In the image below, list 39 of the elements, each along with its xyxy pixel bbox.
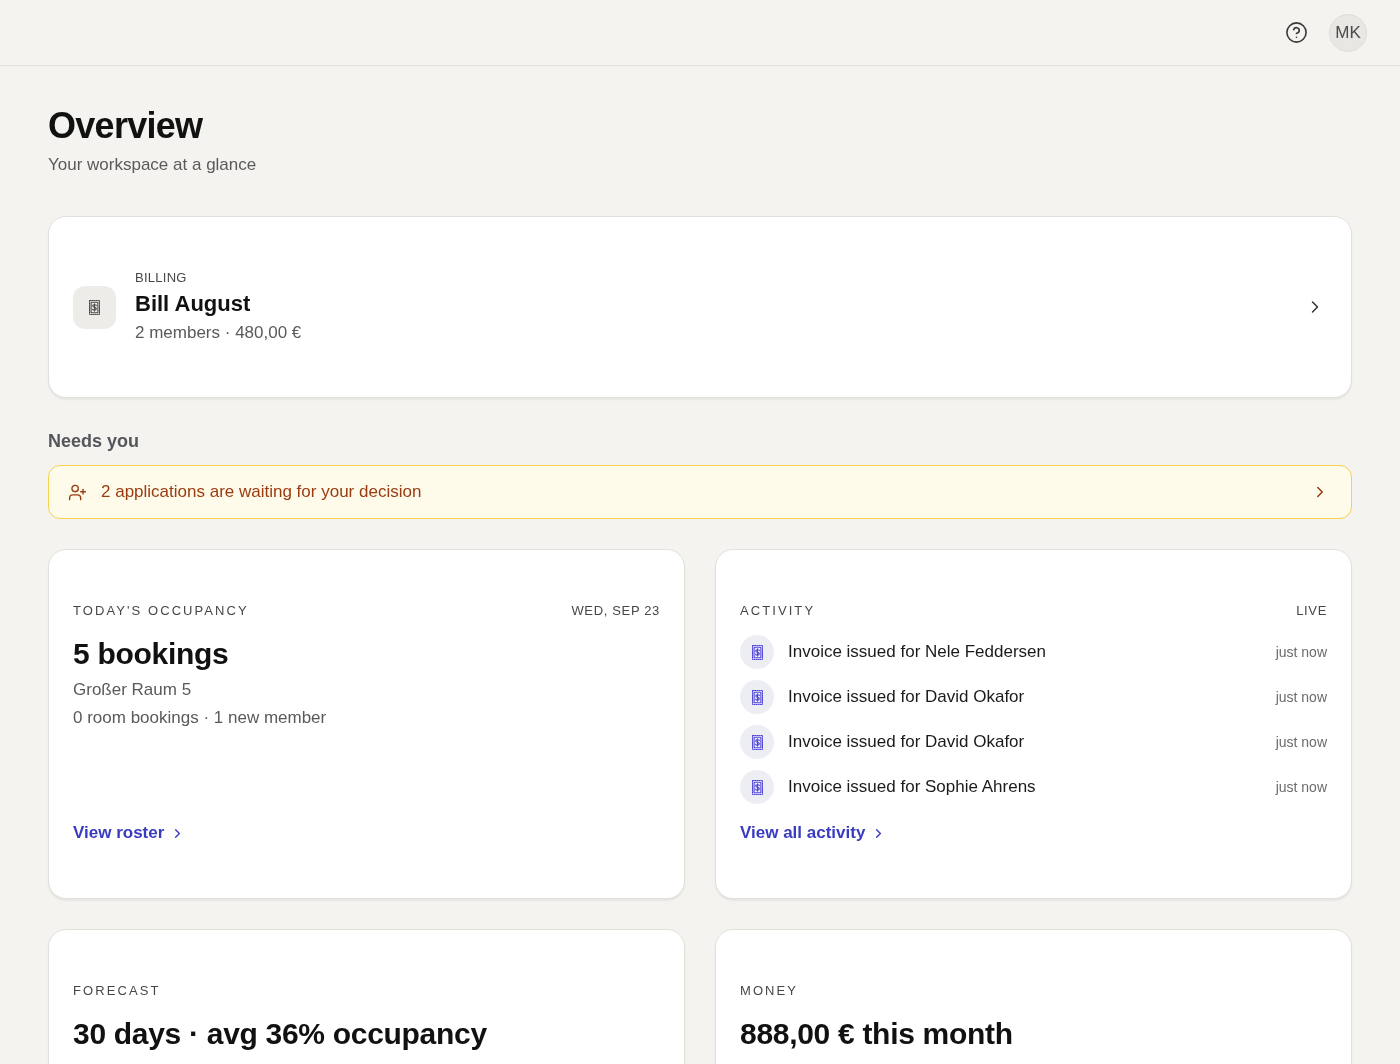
activity-time: just now (1275, 643, 1327, 662)
activity-time: just now (1275, 778, 1327, 797)
card-aside: WED, SEP 23 (571, 603, 660, 619)
page-subtitle: Your workspace at a glance (48, 154, 258, 176)
help-icon (1284, 21, 1308, 44)
applications-alert[interactable]: 2 applications are waiting for your decision (48, 465, 1352, 519)
card-label: MONEY (740, 983, 799, 999)
user-plus-icon (68, 482, 87, 502)
activity-text: Invoice issued for Sophie Ahrens (788, 776, 1036, 798)
activity-text: Invoice issued for David Okafor (788, 686, 1025, 708)
card-label: TODAY'S OCCUPANCY (73, 603, 249, 619)
card-title: 30 days · avg 36% occupancy (73, 1016, 488, 1052)
card-detail: Großer Raum 5 (73, 679, 193, 701)
billing-eyebrow: BILLING (135, 268, 188, 287)
billing-detail: 2 members · 480,00 € (135, 321, 302, 344)
billing-card[interactable]: BILLING Bill August 2 members · 480,00 € (48, 216, 1352, 398)
billing-title: Bill August (135, 289, 252, 318)
card-detail: 0 room bookings · 1 new member (73, 707, 328, 729)
avatar[interactable]: MK (1329, 13, 1367, 52)
receipt-icon (751, 734, 763, 750)
view-link[interactable]: View all activity (740, 821, 887, 845)
alert-text: 2 applications are waiting for your decision (101, 481, 422, 503)
activity-text: Invoice issued for Nele Feddersen (788, 641, 1046, 663)
activity-text: Invoice issued for David Okafor (788, 731, 1025, 753)
receipt-icon (751, 644, 763, 660)
card-aside: LIVE (1296, 603, 1327, 619)
help-button[interactable] (1284, 20, 1308, 45)
page-title: Overview (48, 104, 204, 148)
receipt-icon (89, 299, 100, 315)
activity-time: just now (1275, 688, 1327, 707)
card-label: FORECAST (73, 983, 161, 999)
card-title: 888,00 € this month (740, 1016, 1014, 1052)
receipt-icon (751, 779, 763, 795)
section-heading: Needs you (48, 430, 141, 453)
card-label: ACTIVITY (740, 603, 816, 619)
view-link[interactable]: View roster (73, 821, 186, 845)
card-title: 5 bookings (73, 636, 230, 672)
activity-time: just now (1275, 733, 1327, 752)
receipt-icon (751, 689, 763, 705)
